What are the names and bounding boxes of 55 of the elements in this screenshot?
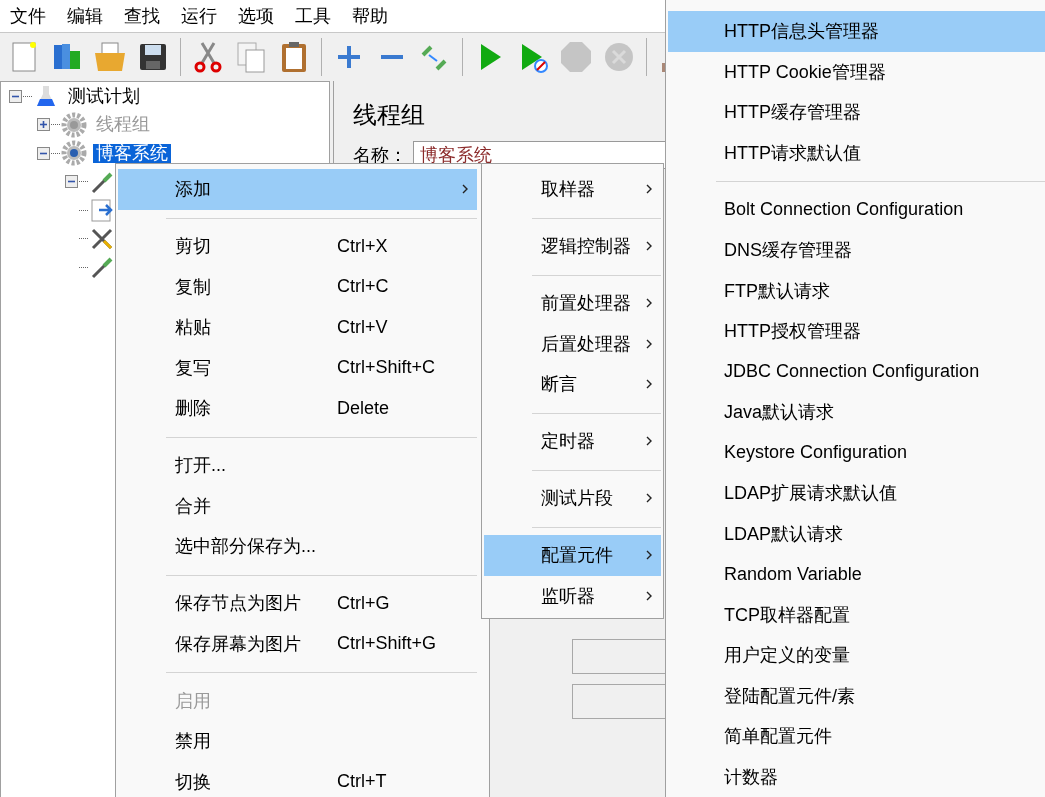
menu-item[interactable]: 运行 (181, 4, 217, 28)
menu-item[interactable]: 保存屏幕为图片 Ctrl+Shift+G (118, 623, 477, 664)
menu-item[interactable]: 选项 (238, 4, 274, 28)
menu-item[interactable]: Java默认请求 (668, 392, 1045, 433)
menu-item[interactable]: Random Variable (668, 554, 1045, 595)
menu-item[interactable]: 复制 Ctrl+C (118, 266, 477, 307)
menu-item[interactable]: 选中部分保存为... (118, 526, 477, 567)
menu-item[interactable]: 删除 Delete (118, 388, 477, 429)
menu-item[interactable]: 粘贴 Ctrl+V (118, 307, 477, 348)
collapse-icon[interactable] (65, 175, 78, 189)
menu-item[interactable]: 合并 (118, 485, 477, 526)
menu-item[interactable]: 保存节点为图片 Ctrl+G (118, 583, 477, 624)
name-label: 名称： (353, 143, 407, 167)
menu-item[interactable]: 添加 (118, 169, 477, 210)
menu-item[interactable]: 切换 Ctrl+T (118, 761, 477, 797)
menu-item[interactable]: 打开... (118, 445, 477, 486)
menu-item[interactable]: LDAP默认请求 (668, 513, 1045, 554)
menu-item[interactable]: HTTP信息头管理器 (668, 11, 1045, 52)
menu-item[interactable]: 监听器 (484, 575, 661, 616)
menu-item[interactable]: 剪切 Ctrl+X (118, 226, 477, 267)
menu-item[interactable]: 取样器 (484, 169, 661, 210)
menu-item[interactable]: 用户定义的变量 (668, 635, 1045, 676)
menu-item[interactable]: 前置处理器 (484, 283, 661, 324)
menu-item[interactable]: 配置元件 (484, 535, 661, 576)
menu-item[interactable]: 定时器 (484, 421, 661, 462)
menu-item[interactable]: 断言 (484, 364, 661, 405)
menu-item[interactable]: 查找 (124, 4, 160, 28)
menu-item[interactable]: Keystore Configuration (668, 432, 1045, 473)
menu-item[interactable]: 禁用 (118, 721, 477, 762)
menu-item[interactable]: HTTP Cookie管理器 (668, 51, 1045, 92)
menu-item[interactable]: HTTP授权管理器 (668, 311, 1045, 352)
menu-item[interactable]: TCP取样器配置 (668, 594, 1045, 635)
menu-item[interactable]: Bolt Connection Configuration (668, 189, 1045, 230)
menu-item[interactable]: 登陆配置元件/素 (668, 675, 1045, 716)
menu-item[interactable]: JDBC Connection Configuration (668, 351, 1045, 392)
tree-node[interactable]: 博客系统 (93, 143, 171, 163)
menu-item[interactable]: 测试片段 (484, 478, 661, 519)
menu-item[interactable]: LDAP扩展请求默认值 (668, 473, 1045, 514)
document-arrow-icon (89, 197, 115, 224)
menu-item[interactable]: 后置处理器 (484, 323, 661, 364)
menu-item[interactable]: 简单配置元件 (668, 716, 1045, 757)
menu-item[interactable]: 工具 (295, 4, 331, 28)
panel-title: 线程组 (353, 100, 425, 131)
tree-node[interactable]: 测试计划 (65, 86, 143, 106)
menu-item[interactable]: 编辑 (67, 4, 103, 28)
menu-item[interactable]: 逻辑控制器 (484, 226, 661, 267)
menu-item[interactable]: DNS缓存管理器 (668, 230, 1045, 271)
menu-item[interactable]: 复写 Ctrl+Shift+C (118, 347, 477, 388)
collapse-icon[interactable] (9, 89, 22, 103)
menu-item[interactable]: 计数器 (668, 756, 1045, 797)
menu-item[interactable]: 帮助 (352, 4, 388, 28)
menu-item[interactable]: 文件 (10, 4, 46, 28)
collapse-icon[interactable] (37, 146, 50, 160)
menu-item[interactable]: HTTP缓存管理器 (668, 92, 1045, 133)
menu-item[interactable]: FTP默认请求 (668, 270, 1045, 311)
